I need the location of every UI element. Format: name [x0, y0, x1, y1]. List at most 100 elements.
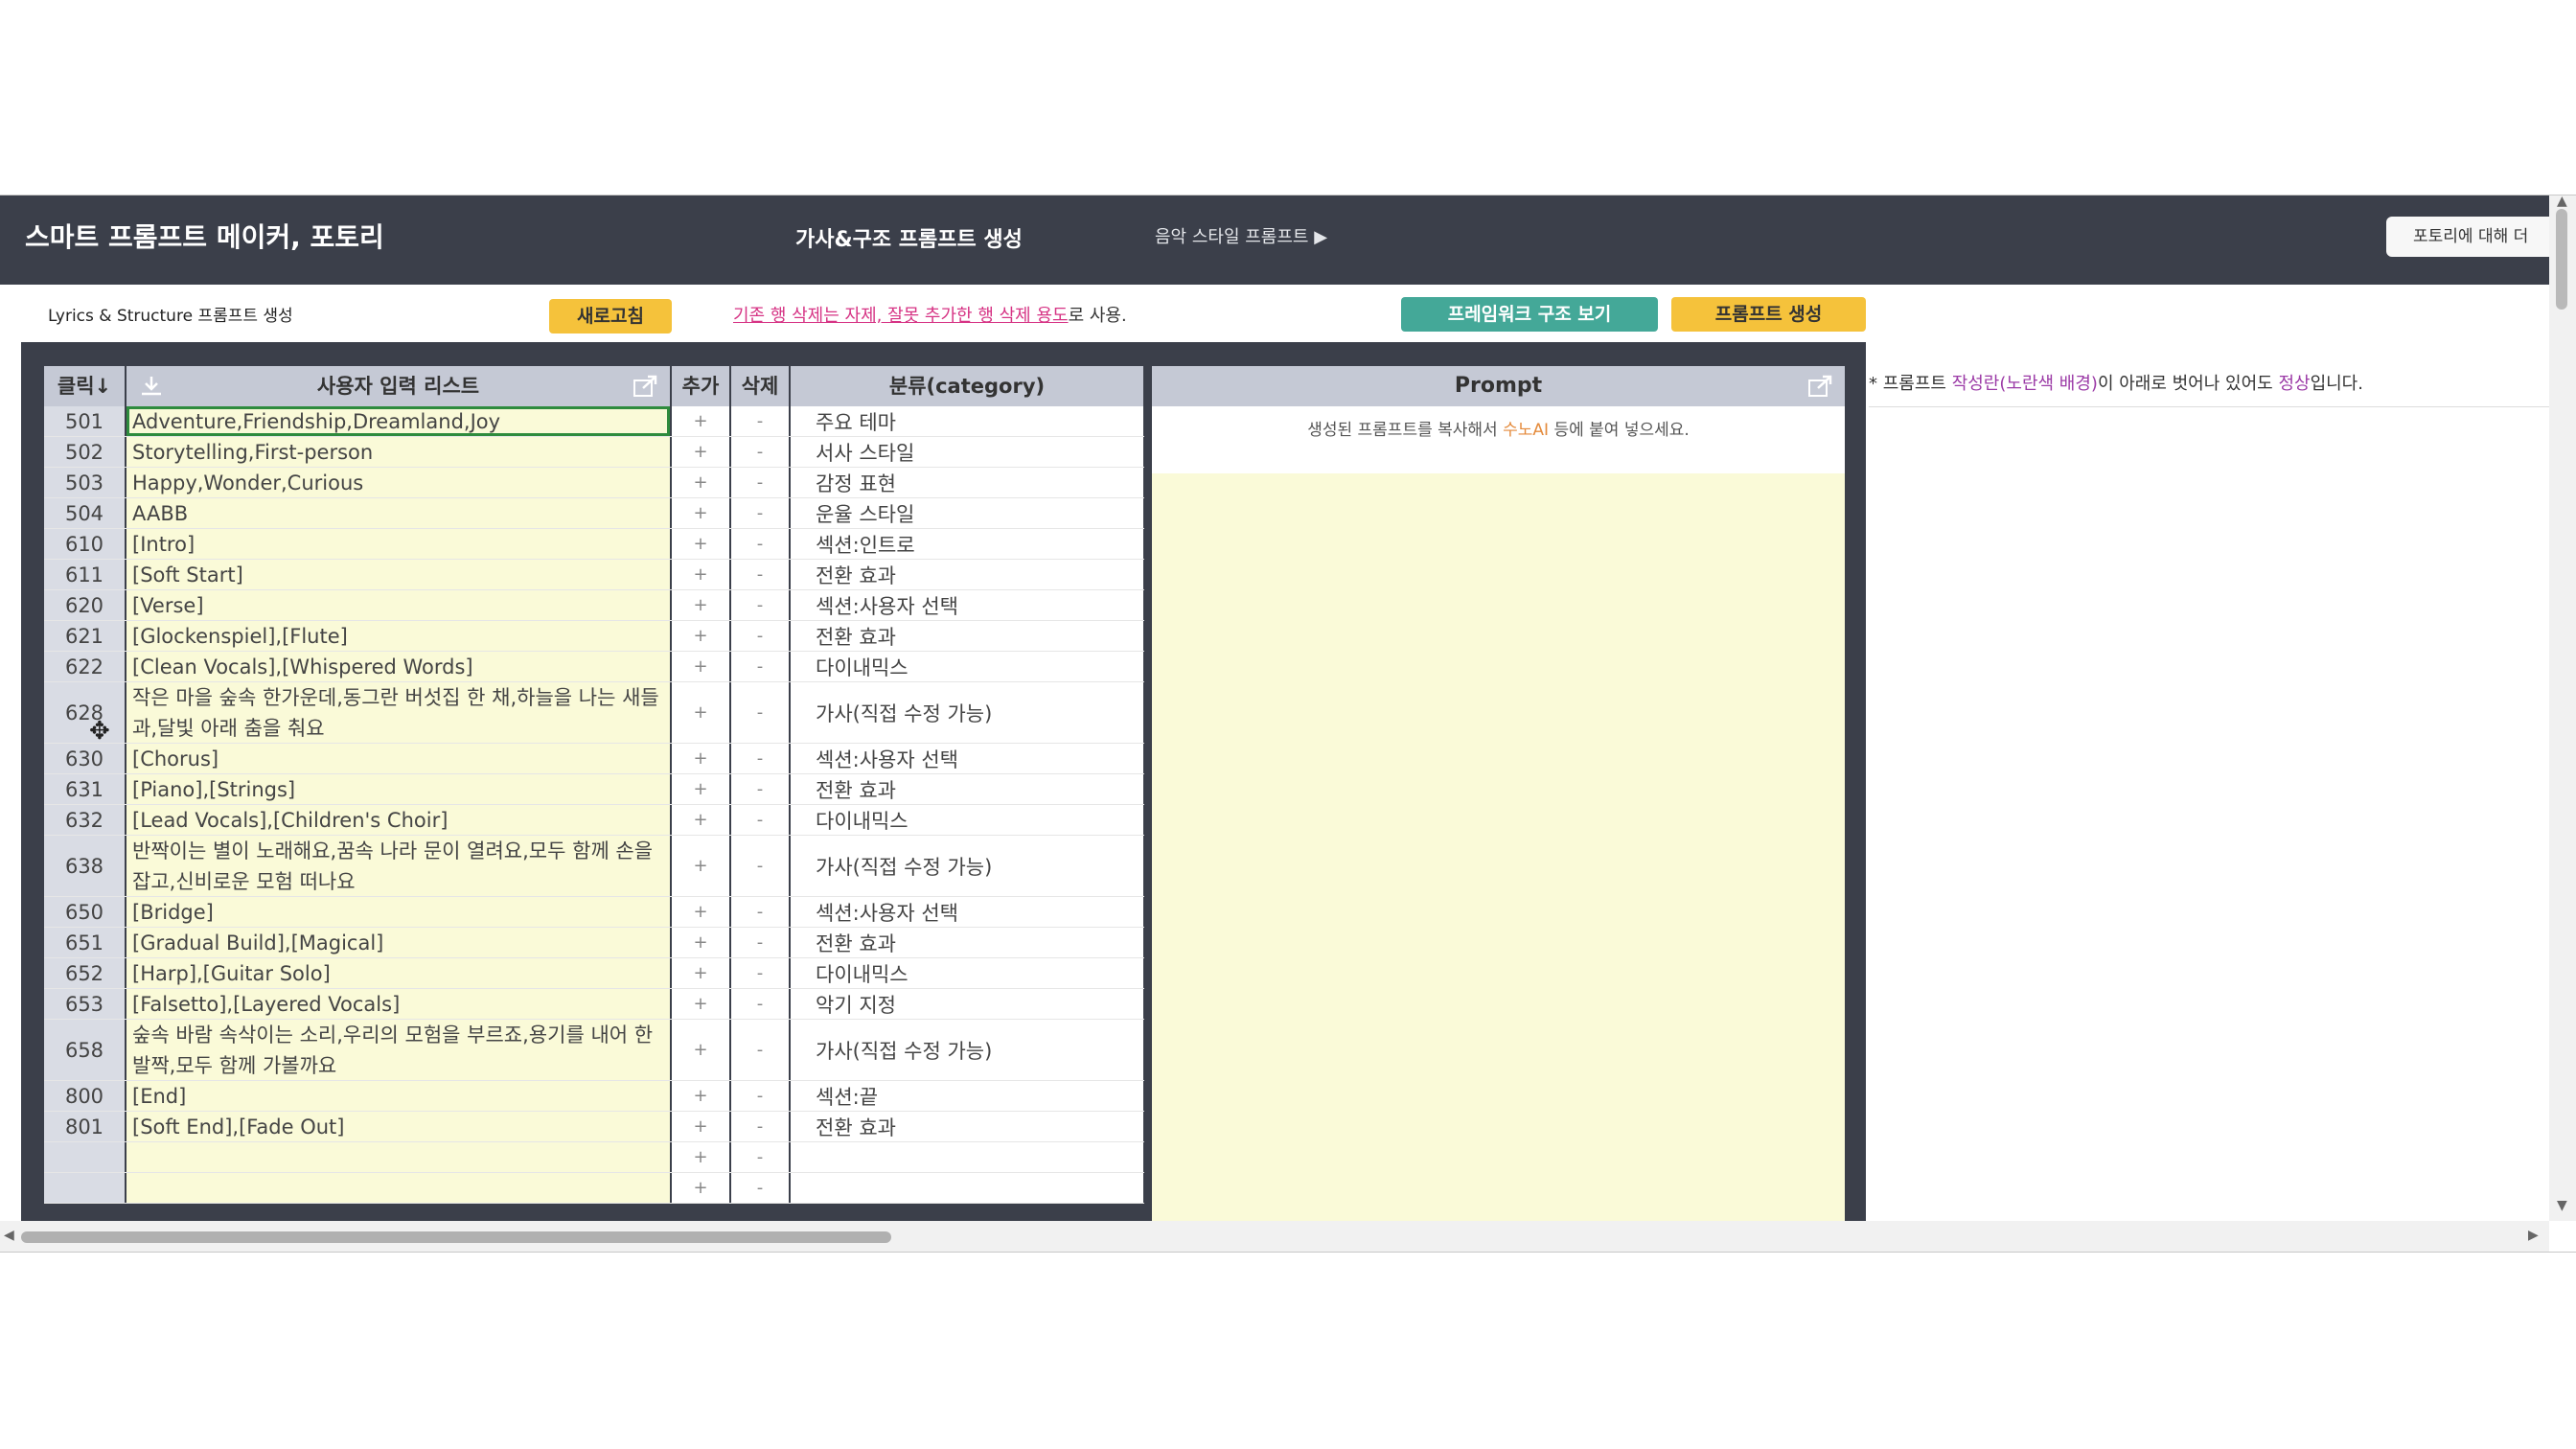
delete-row-button[interactable]: - [731, 468, 789, 497]
delete-row-button[interactable]: - [731, 560, 789, 589]
delete-row-button[interactable]: - [731, 621, 789, 651]
row-number[interactable]: 653 [44, 989, 125, 1019]
row-number[interactable]: 501 [44, 406, 125, 436]
list-input-cell[interactable]: [Soft End],[Fade Out] [126, 1112, 670, 1141]
add-row-button[interactable]: + [672, 468, 729, 497]
horizontal-scroll-thumb[interactable] [21, 1231, 891, 1243]
list-input-cell[interactable]: 숲속 바람 속삭이는 소리,우리의 모험을 부르죠,용기를 내어 한 발짝,모두… [126, 1020, 670, 1080]
delete-row-button[interactable]: - [731, 406, 789, 436]
row-number[interactable]: 651 [44, 928, 125, 957]
download-icon[interactable] [138, 374, 165, 399]
row-number[interactable]: 502 [44, 437, 125, 467]
add-row-button[interactable]: + [672, 437, 729, 467]
list-input-cell[interactable]: AABB [126, 498, 670, 528]
add-row-button[interactable]: + [672, 529, 729, 559]
row-number[interactable]: 621 [44, 621, 125, 651]
scroll-down-icon[interactable]: ▼ [2557, 1198, 2567, 1213]
row-number[interactable]: 658 [44, 1020, 125, 1080]
row-number[interactable]: 801 [44, 1112, 125, 1141]
share-icon[interactable] [632, 374, 658, 399]
delete-row-button[interactable]: - [731, 928, 789, 957]
music-style-link[interactable]: 음악 스타일 프롬프트 ▶ [1155, 223, 1327, 248]
add-row-button[interactable]: + [672, 805, 729, 835]
row-number[interactable]: 503 [44, 468, 125, 497]
row-number[interactable]: 504 [44, 498, 125, 528]
delete-note-link[interactable]: 기존 행 삭제는 자제, 잘못 추가한 행 삭제 용도 [733, 306, 1069, 326]
list-input-cell[interactable]: [Piano],[Strings] [126, 774, 670, 804]
list-input-cell[interactable]: [Falsetto],[Layered Vocals] [126, 989, 670, 1019]
list-input-cell[interactable] [126, 1142, 670, 1172]
generate-prompt-button[interactable]: 프롬프트 생성 [1671, 297, 1866, 332]
delete-row-button[interactable]: - [731, 1081, 789, 1111]
list-input-cell[interactable]: [Gradual Build],[Magical] [126, 928, 670, 957]
delete-row-button[interactable]: - [731, 529, 789, 559]
refresh-button[interactable]: 새로고침 [549, 299, 672, 334]
add-row-button[interactable]: + [672, 1081, 729, 1111]
row-number[interactable]: 638 [44, 836, 125, 896]
add-row-button[interactable]: + [672, 836, 729, 896]
delete-row-button[interactable]: - [731, 437, 789, 467]
add-row-button[interactable]: + [672, 682, 729, 743]
row-number[interactable]: 630 [44, 744, 125, 773]
row-number[interactable]: 631 [44, 774, 125, 804]
list-input-cell[interactable]: [Verse] [126, 590, 670, 620]
column-header-num[interactable]: 클릭↓ [44, 366, 125, 406]
row-number[interactable]: 800 [44, 1081, 125, 1111]
list-input-cell[interactable]: [Lead Vocals],[Children's Choir] [126, 805, 670, 835]
about-button[interactable]: 포토리에 대해 더 [2386, 217, 2549, 257]
delete-row-button[interactable]: - [731, 1020, 789, 1080]
delete-row-button[interactable]: - [731, 897, 789, 927]
add-row-button[interactable]: + [672, 774, 729, 804]
list-input-cell[interactable]: [Intro] [126, 529, 670, 559]
delete-row-button[interactable]: - [731, 1112, 789, 1141]
delete-row-button[interactable]: - [731, 774, 789, 804]
add-row-button[interactable]: + [672, 989, 729, 1019]
add-row-button[interactable]: + [672, 590, 729, 620]
delete-row-button[interactable]: - [731, 989, 789, 1019]
list-input-cell[interactable]: [Harp],[Guitar Solo] [126, 958, 670, 988]
row-number[interactable]: 628 [44, 682, 125, 743]
vertical-scrollbar[interactable]: ▲ ▼ [2549, 196, 2576, 1221]
add-row-button[interactable]: + [672, 928, 729, 957]
row-number[interactable]: 652 [44, 958, 125, 988]
add-row-button[interactable]: + [672, 1173, 729, 1203]
delete-row-button[interactable]: - [731, 805, 789, 835]
delete-row-button[interactable]: - [731, 682, 789, 743]
list-input-cell[interactable]: 반짝이는 별이 노래해요,꿈속 나라 문이 열려요,모두 함께 손을 잡고,신비… [126, 836, 670, 896]
list-input-cell[interactable]: [Chorus] [126, 744, 670, 773]
list-input-cell[interactable]: [End] [126, 1081, 670, 1111]
delete-row-button[interactable]: - [731, 744, 789, 773]
add-row-button[interactable]: + [672, 958, 729, 988]
list-input-cell[interactable]: [Glockenspiel],[Flute] [126, 621, 670, 651]
delete-row-button[interactable]: - [731, 1142, 789, 1172]
add-row-button[interactable]: + [672, 897, 729, 927]
list-input-cell[interactable] [126, 1173, 670, 1203]
list-input-cell[interactable]: Happy,Wonder,Curious [126, 468, 670, 497]
scroll-right-icon[interactable]: ▶ [2528, 1228, 2539, 1243]
add-row-button[interactable]: + [672, 560, 729, 589]
list-input-cell[interactable]: Adventure,Friendship,Dreamland,Joy [126, 406, 670, 436]
prompt-panel[interactable]: Prompt 생성된 프롬프트를 복사해서 수노AI 등에 붙여 넣으세요. [1152, 366, 1845, 1224]
delete-row-button[interactable]: - [731, 498, 789, 528]
share-icon[interactable] [1806, 374, 1833, 399]
list-input-cell[interactable]: 작은 마을 숲속 한가운데,동그란 버섯집 한 채,하늘을 나는 새들과,달빛 … [126, 682, 670, 743]
list-input-cell[interactable]: [Soft Start] [126, 560, 670, 589]
scroll-left-icon[interactable]: ◀ [4, 1228, 14, 1243]
row-number[interactable] [44, 1173, 125, 1203]
add-row-button[interactable]: + [672, 652, 729, 681]
add-row-button[interactable]: + [672, 406, 729, 436]
row-number[interactable]: 632 [44, 805, 125, 835]
row-number[interactable]: 622 [44, 652, 125, 681]
delete-row-button[interactable]: - [731, 958, 789, 988]
delete-row-button[interactable]: - [731, 1173, 789, 1203]
row-number[interactable]: 650 [44, 897, 125, 927]
vertical-scroll-thumb[interactable] [2556, 209, 2567, 310]
delete-row-button[interactable]: - [731, 836, 789, 896]
row-number[interactable]: 620 [44, 590, 125, 620]
horizontal-scrollbar[interactable]: ◀ ▶ [0, 1221, 2549, 1252]
add-row-button[interactable]: + [672, 1142, 729, 1172]
list-input-cell[interactable]: [Bridge] [126, 897, 670, 927]
add-row-button[interactable]: + [672, 1112, 729, 1141]
row-number[interactable]: 611 [44, 560, 125, 589]
add-row-button[interactable]: + [672, 1020, 729, 1080]
